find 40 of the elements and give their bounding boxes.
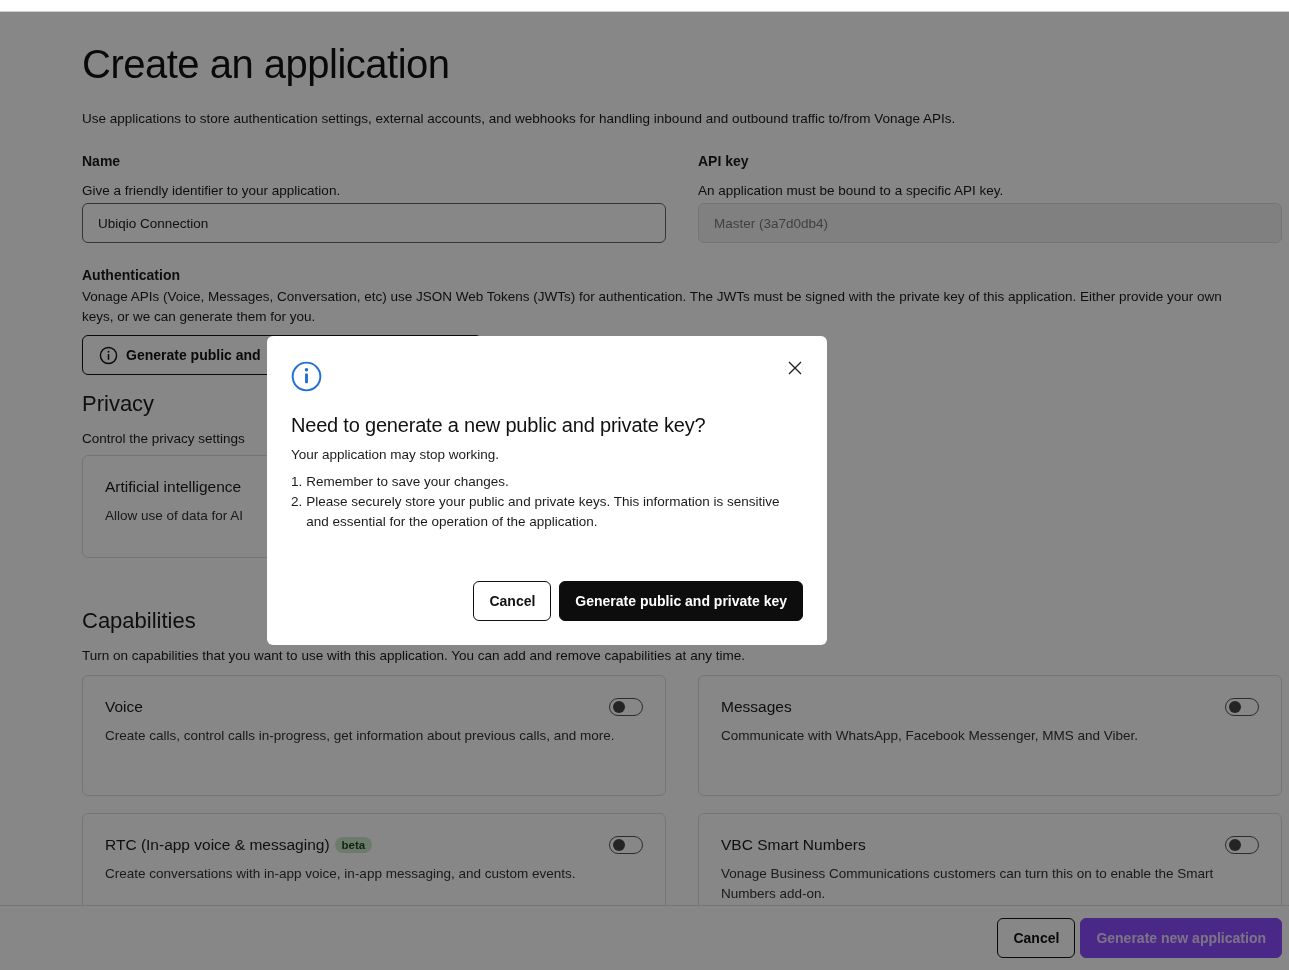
card-title: RTC (In-app voice & messaging) xyxy=(105,836,330,854)
generate-key-button[interactable]: Generate public and private key xyxy=(559,581,803,621)
dialog-title: Need to generate a new public and private key? xyxy=(291,414,707,437)
page-title: Create an application xyxy=(82,41,451,87)
info-icon xyxy=(291,361,322,392)
toggle-switch[interactable] xyxy=(1225,698,1259,716)
capabilities-description: Turn on capabilities that you want to use with this application. You can add and remove capabilities at any time. xyxy=(82,648,745,663)
toggle-switch[interactable] xyxy=(609,836,643,854)
card-title: Voice xyxy=(105,698,143,716)
card-description: Communicate with WhatsApp, Facebook Messenger, MMS and Viber. xyxy=(721,727,1138,745)
step-text: Remember to save your changes. xyxy=(306,473,510,491)
page-description: Use applications to store authentication settings, external accounts, and webhooks for handling inbound and outbound traffic to/from Vonage APIs. xyxy=(82,111,957,126)
card-title: Artificial intelligence xyxy=(105,478,242,496)
beta-badge: beta xyxy=(334,837,373,853)
card-title: VBC Smart Numbers xyxy=(721,836,866,854)
field-label: Name xyxy=(82,153,121,169)
input-field[interactable]: Ubiqio Connection xyxy=(82,203,666,243)
authentication-description: Vonage APIs (Voice, Messages, Conversation, etc) use JSON Web Tokens (JWTs) for authentication. The JWTs must be signed with the private key of this application. Either provide your own keys, or we can generate them for you. xyxy=(82,288,1223,326)
toggle-switch[interactable] xyxy=(1225,836,1259,854)
cancel-button[interactable]: Cancel xyxy=(997,918,1076,958)
card-description: Create conversations with in-app voice, in-app messaging, and custom events. xyxy=(105,865,576,883)
card-description: Allow use of data for AI xyxy=(105,507,244,525)
step-text: Please securely store your public and private keys. This information is sensitive and essential for the operation of the application. xyxy=(306,493,781,531)
step-number: 2. xyxy=(291,493,303,511)
section-label: Authentication xyxy=(82,267,180,283)
step-number: 1. xyxy=(291,473,303,491)
section-title: Capabilities xyxy=(82,608,196,634)
field-hint: Give a friendly identifier to your application. xyxy=(82,183,341,198)
card-description: Create calls, control calls in-progress, get information about previous calls, and more. xyxy=(105,727,615,745)
toggle-switch[interactable] xyxy=(609,698,643,716)
privacy-description: Control the privacy settings xyxy=(82,431,245,446)
section-title: Privacy xyxy=(82,391,155,417)
close-icon[interactable] xyxy=(788,361,802,375)
field-label: API key xyxy=(698,153,749,169)
card-description: Vonage Business Communications customers can turn this on to enable the Smart Numbers add-on. xyxy=(721,865,1215,903)
dialog-message: Your application may stop working. xyxy=(291,447,501,462)
card-title: Messages xyxy=(721,698,792,716)
info-icon xyxy=(99,345,118,365)
field-hint: An application must be bound to a specific API key. xyxy=(698,183,1004,198)
cancel-button[interactable]: Cancel xyxy=(473,581,552,621)
